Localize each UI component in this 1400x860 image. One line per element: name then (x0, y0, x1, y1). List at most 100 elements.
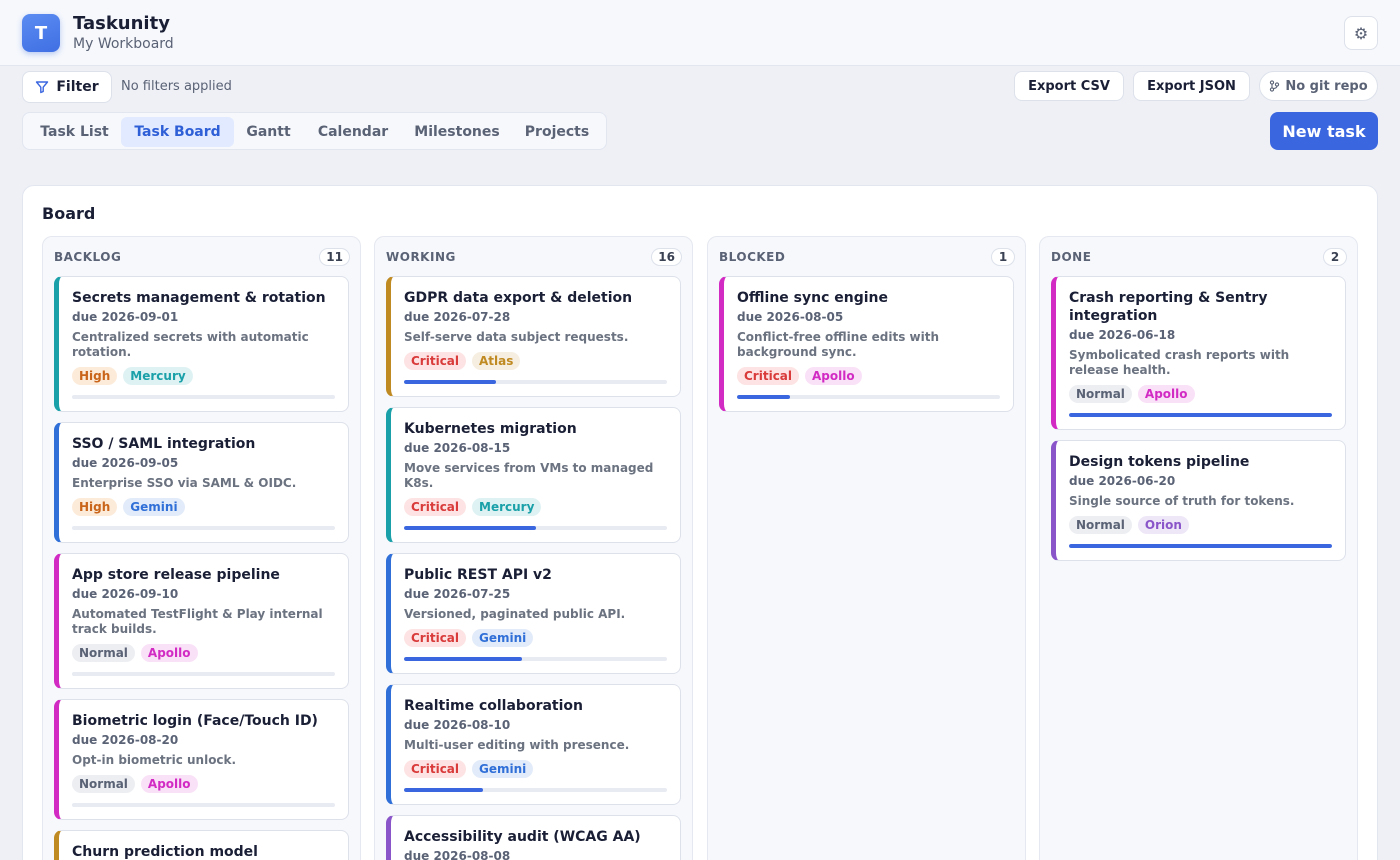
task-description: Symbolicated crash reports with release … (1069, 348, 1290, 377)
new-task-button[interactable]: New task (1270, 112, 1378, 150)
priority-badge: Critical (404, 498, 467, 516)
priority-badge: Normal (1069, 385, 1132, 403)
task-card[interactable]: App store release pipeline due 2026-09-10… (54, 553, 349, 689)
task-title: Public REST API v2 (404, 567, 552, 583)
task-tags: Normal Orion (1069, 516, 1332, 534)
filter-button[interactable]: Filter (22, 71, 112, 103)
board-column-done: DONE 2 Crash reporting & Sentry integratio… (1039, 236, 1358, 860)
task-description: Conflict-free offline edits with backgro… (737, 330, 940, 359)
task-card[interactable]: Biometric login (Face/Touch ID) due 2026-… (54, 699, 349, 820)
task-title: Kubernetes migration (404, 421, 577, 437)
task-due-date: due 2026-06-18 (1069, 328, 1176, 342)
project-badge: Atlas (472, 352, 521, 370)
project-badge: Gemini (472, 629, 534, 647)
task-description: Self-serve data subject requests. (404, 330, 629, 344)
task-tags: Critical Apollo (737, 367, 1000, 385)
tab-task-list[interactable]: Task List (27, 117, 122, 147)
git-status-button[interactable]: No git repo (1259, 71, 1378, 101)
priority-badge: Normal (72, 775, 135, 793)
task-progress-bar (1069, 413, 1332, 417)
task-progress-fill (737, 395, 790, 399)
task-title: Realtime collaboration (404, 698, 583, 714)
board-column-working: WORKING 16 GDPR data export & deletion due … (374, 236, 693, 860)
task-description: Opt-in biometric unlock. (72, 753, 237, 767)
column-count-badge: 11 (319, 248, 350, 266)
task-description: Enterprise SSO via SAML & OIDC. (72, 476, 297, 490)
task-due-date: due 2026-08-20 (72, 733, 179, 747)
priority-badge: Critical (737, 367, 800, 385)
task-tags: Normal Apollo (1069, 385, 1332, 403)
app-header: T Taskunity My Workboard ⚙ (0, 0, 1400, 66)
task-card[interactable]: Offline sync engine due 2026-08-05 Conflic… (719, 276, 1014, 412)
task-progress-bar (72, 526, 335, 530)
task-title: Churn prediction model (72, 844, 258, 860)
task-due-date: due 2026-07-25 (404, 587, 511, 601)
task-card[interactable]: GDPR data export & deletion due 2026-07-2… (386, 276, 681, 397)
task-progress-fill (1069, 544, 1332, 548)
task-card[interactable]: Accessibility audit (WCAG AA) due 2026-08… (386, 815, 681, 860)
git-status-label: No git repo (1285, 78, 1368, 94)
project-badge: Mercury (472, 498, 542, 516)
task-tags: High Gemini (72, 498, 335, 516)
task-card[interactable]: Kubernetes migration due 2026-08-15 Move s… (386, 407, 681, 543)
priority-badge: Normal (1069, 516, 1132, 534)
export-csv-button[interactable]: Export CSV (1014, 71, 1124, 101)
task-card[interactable]: Crash reporting & Sentry integration due … (1051, 276, 1346, 430)
tab-gantt[interactable]: Gantt (234, 117, 303, 147)
task-title: Accessibility audit (WCAG AA) (404, 829, 641, 845)
task-card[interactable]: Public REST API v2 due 2026-07-25 Versione… (386, 553, 681, 674)
task-tags: Critical Mercury (404, 498, 667, 516)
task-tags: Critical Gemini (404, 760, 667, 778)
column-count-badge: 1 (991, 248, 1015, 266)
column-title: BACKLOG (54, 250, 122, 264)
priority-badge: Normal (72, 644, 135, 662)
view-tabs: Task List Task Board Gantt Calendar Mile… (22, 112, 607, 150)
tab-milestones[interactable]: Milestones (403, 117, 511, 147)
task-progress-bar (404, 380, 667, 384)
board-title: Board (42, 204, 96, 223)
column-count-badge: 16 (651, 248, 682, 266)
task-due-date: due 2026-09-10 (72, 587, 179, 601)
task-due-date: due 2026-08-15 (404, 441, 511, 455)
project-badge: Apollo (140, 775, 198, 793)
app-subtitle: My Workboard (73, 36, 174, 52)
priority-badge: High (72, 498, 118, 516)
task-card[interactable]: SSO / SAML integration due 2026-09-05 Ente… (54, 422, 349, 543)
task-due-date: due 2026-07-28 (404, 310, 511, 324)
git-branch-icon (1270, 80, 1280, 92)
project-badge: Mercury (123, 367, 193, 385)
priority-badge: High (72, 367, 118, 385)
task-progress-fill (404, 526, 536, 530)
tab-calendar[interactable]: Calendar (303, 117, 403, 147)
task-due-date: due 2026-09-01 (72, 310, 179, 324)
task-due-date: due 2026-08-08 (404, 849, 511, 860)
column-title: BLOCKED (719, 250, 786, 264)
task-card[interactable]: Design tokens pipeline due 2026-06-20 Sing… (1051, 440, 1346, 561)
task-title: Design tokens pipeline (1069, 454, 1250, 470)
settings-button[interactable]: ⚙ (1344, 16, 1378, 50)
board-column-backlog: BACKLOG 11 Secrets management & rotation du… (42, 236, 361, 860)
task-card[interactable]: Churn prediction model (54, 830, 349, 860)
task-title: SSO / SAML integration (72, 436, 256, 452)
task-progress-bar (404, 788, 667, 792)
task-progress-bar (72, 395, 335, 399)
filter-status: No filters applied (121, 79, 232, 94)
export-json-button[interactable]: Export JSON (1133, 71, 1250, 101)
tab-projects[interactable]: Projects (511, 117, 603, 147)
task-tags: Critical Atlas (404, 352, 667, 370)
task-title: App store release pipeline (72, 567, 280, 583)
task-due-date: due 2026-08-05 (737, 310, 844, 324)
task-card[interactable]: Secrets management & rotation due 2026-09… (54, 276, 349, 412)
task-title: Biometric login (Face/Touch ID) (72, 713, 318, 729)
task-progress-bar (404, 657, 667, 661)
priority-badge: Critical (404, 629, 467, 647)
column-title: DONE (1051, 250, 1092, 264)
task-progress-bar (72, 672, 335, 676)
tab-task-board[interactable]: Task Board (121, 117, 234, 147)
task-progress-bar (737, 395, 1000, 399)
column-title: WORKING (386, 250, 456, 264)
task-tags: Normal Apollo (72, 775, 335, 793)
task-title: GDPR data export & deletion (404, 290, 633, 306)
project-badge: Apollo (805, 367, 862, 385)
task-card[interactable]: Realtime collaboration due 2026-08-10 Mult… (386, 684, 681, 805)
